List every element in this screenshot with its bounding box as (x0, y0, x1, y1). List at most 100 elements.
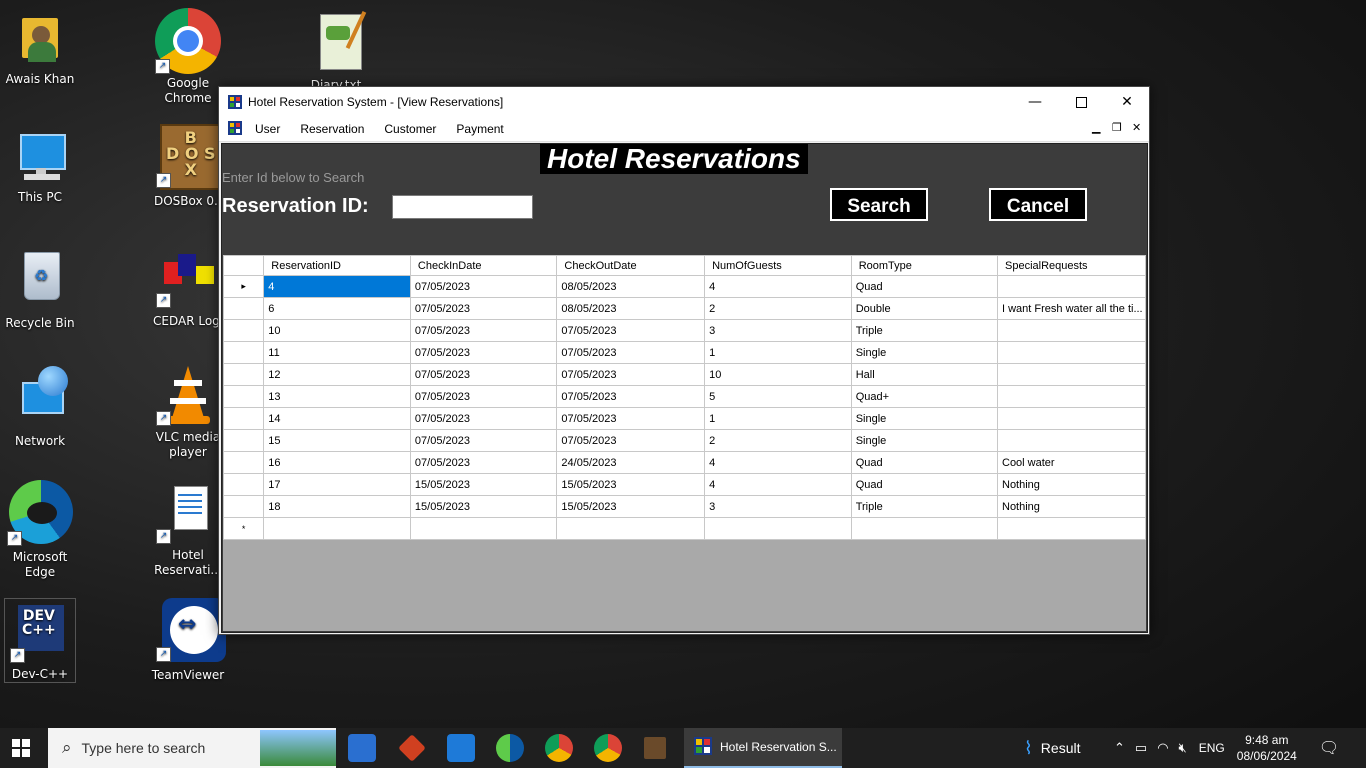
table-cell[interactable]: 08/05/2023 (556, 275, 706, 298)
table-row[interactable]: 10 07/05/2023 07/05/2023 3 Triple (222, 319, 1146, 342)
table-cell[interactable]: 07/05/2023 (409, 363, 558, 386)
reservations-grid[interactable]: ReservationID CheckInDate CheckOutDate N… (222, 255, 1146, 631)
table-cell[interactable]: 11 (263, 341, 411, 364)
row-header[interactable] (222, 319, 265, 342)
table-cell[interactable]: 07/05/2023 (409, 385, 558, 408)
table-row[interactable]: 13 07/05/2023 07/05/2023 5 Quad+ (222, 385, 1146, 408)
table-row[interactable]: 11 07/05/2023 07/05/2023 1 Single (222, 341, 1146, 364)
grid-corner[interactable] (222, 255, 265, 276)
table-cell[interactable]: 24/05/2023 (556, 451, 706, 474)
table-cell[interactable]: Nothing (997, 473, 1146, 496)
chevron-up-icon[interactable]: ⌃ (1114, 740, 1125, 756)
table-cell[interactable]: 2 (704, 429, 852, 452)
row-header[interactable] (222, 451, 265, 474)
mdi-minimize-icon[interactable]: ▁ (1092, 121, 1100, 134)
table-cell[interactable]: Single (850, 407, 999, 430)
table-cell[interactable]: 2 (704, 297, 852, 320)
menu-payment[interactable]: Payment (447, 122, 512, 136)
battery-icon[interactable]: ▭ (1135, 740, 1147, 756)
edge-taskbar-icon[interactable] (496, 734, 524, 762)
table-cell[interactable]: 4 (704, 275, 852, 298)
notifications-icon[interactable]: 🗨︎ (1319, 738, 1339, 758)
table-cell[interactable]: 15/05/2023 (556, 473, 706, 496)
table-cell[interactable]: 07/05/2023 (409, 275, 558, 298)
column-header-num-guests[interactable]: NumOfGuests (704, 255, 852, 276)
table-cell[interactable]: 6 (263, 297, 411, 320)
table-cell[interactable] (997, 319, 1146, 342)
table-cell[interactable]: 1 (704, 407, 852, 430)
mdi-child-icon[interactable] (228, 120, 242, 138)
minimize-button[interactable]: — (1012, 87, 1058, 117)
table-cell[interactable]: 07/05/2023 (556, 319, 706, 342)
table-cell[interactable]: 07/05/2023 (556, 407, 706, 430)
row-header[interactable] (222, 407, 265, 430)
table-cell[interactable]: Cool water (997, 451, 1146, 474)
table-cell[interactable]: 07/05/2023 (556, 363, 706, 386)
table-cell[interactable]: 5 (704, 385, 852, 408)
table-cell[interactable]: 15/05/2023 (409, 495, 558, 518)
desktop-icon-edge[interactable]: ↗ Microsoft Edge (0, 480, 80, 580)
table-cell[interactable] (997, 429, 1146, 452)
table-cell[interactable]: 15/05/2023 (409, 473, 558, 496)
table-cell[interactable] (997, 385, 1146, 408)
table-cell[interactable]: 3 (704, 319, 852, 342)
desktop-icon-teamviewer[interactable]: ⇔ ↗ TeamViewer (148, 598, 228, 683)
row-header[interactable] (222, 341, 265, 364)
table-row[interactable]: 14 07/05/2023 07/05/2023 1 Single (222, 407, 1146, 430)
table-cell[interactable]: 4 (704, 451, 852, 474)
column-header-reservation-id[interactable]: ReservationID (263, 255, 411, 276)
table-cell[interactable]: Quad (850, 275, 999, 298)
table-cell[interactable]: 17 (263, 473, 411, 496)
table-cell[interactable] (997, 363, 1146, 386)
close-button[interactable]: ✕ (1104, 87, 1150, 117)
table-cell[interactable]: 07/05/2023 (409, 297, 558, 320)
table-cell[interactable]: 07/05/2023 (409, 407, 558, 430)
table-row[interactable]: 16 07/05/2023 24/05/2023 4 Quad Cool water (222, 451, 1146, 474)
git-icon[interactable] (398, 734, 426, 762)
table-row[interactable]: 6 07/05/2023 08/05/2023 2 Double I want Fresh… (222, 297, 1146, 320)
table-row[interactable]: 12 07/05/2023 07/05/2023 10 Hall (222, 363, 1146, 386)
table-cell[interactable]: 07/05/2023 (409, 319, 558, 342)
row-header[interactable] (222, 385, 265, 408)
new-row-header[interactable]: * (222, 517, 265, 540)
table-cell[interactable] (997, 517, 1146, 540)
table-cell[interactable]: 15/05/2023 (556, 495, 706, 518)
mdi-close-icon[interactable]: ✕ (1132, 121, 1141, 134)
row-header[interactable] (222, 429, 265, 452)
desktop-icon-diary[interactable]: Diary.txt (296, 10, 376, 93)
desktop-icon-network[interactable]: Network (0, 366, 80, 449)
table-cell[interactable]: 07/05/2023 (556, 385, 706, 408)
column-header-checkin[interactable]: CheckInDate (409, 255, 558, 276)
search-button[interactable]: Search (830, 188, 928, 221)
table-cell[interactable]: 18 (263, 495, 411, 518)
title-bar[interactable]: Hotel Reservation System - [View Reserva… (219, 87, 1149, 117)
menu-user[interactable]: User (246, 122, 289, 136)
table-cell[interactable]: Single (850, 429, 999, 452)
desktop-icon-recycle-bin[interactable]: ♻ Recycle Bin (0, 248, 80, 331)
table-cell[interactable] (704, 517, 852, 540)
table-cell[interactable]: 14 (263, 407, 411, 430)
table-cell[interactable]: I want Fresh water all the ti... (997, 297, 1146, 320)
row-header[interactable] (222, 495, 265, 518)
row-header[interactable] (222, 473, 265, 496)
chrome-taskbar-icon[interactable] (545, 734, 573, 762)
cancel-button[interactable]: Cancel (989, 188, 1087, 221)
chrome-profile-taskbar-icon[interactable] (594, 734, 622, 762)
row-header[interactable] (222, 297, 265, 320)
column-header-checkout[interactable]: CheckOutDate (556, 255, 706, 276)
start-button[interactable] (12, 739, 30, 760)
table-cell[interactable]: Quad (850, 451, 999, 474)
table-cell[interactable]: 1 (704, 341, 852, 364)
table-cell[interactable]: 07/05/2023 (409, 341, 558, 364)
table-cell[interactable]: 07/05/2023 (556, 341, 706, 364)
language-indicator[interactable]: ENG (1199, 741, 1225, 755)
desktop-icon-vlc[interactable]: ↗ VLC media player (148, 362, 228, 460)
reservation-id-input[interactable] (392, 195, 533, 219)
table-cell[interactable]: 4 (704, 473, 852, 496)
table-row[interactable]: ▸ 4 07/05/2023 08/05/2023 4 Quad (222, 275, 1146, 298)
table-cell[interactable]: Triple (850, 495, 999, 518)
table-cell[interactable] (850, 517, 999, 540)
table-row[interactable]: 17 15/05/2023 15/05/2023 4 Quad Nothing (222, 473, 1146, 496)
menu-customer[interactable]: Customer (375, 122, 445, 136)
table-cell[interactable] (997, 407, 1146, 430)
